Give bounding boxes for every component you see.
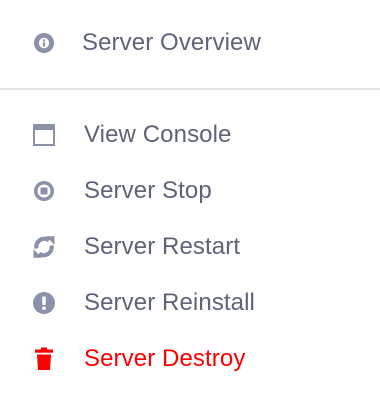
server-actions-menu: Server Overview View Console Server Stop: [0, 0, 380, 402]
restart-icon: [32, 235, 56, 259]
menu-item-label: Server Overview: [82, 29, 261, 56]
info-circle-icon: [32, 31, 56, 55]
menu-item-label: View Console: [84, 121, 232, 148]
menu-item-server-stop[interactable]: Server Stop: [0, 167, 380, 215]
menu-item-label: Server Restart: [84, 233, 241, 260]
menu-item-server-overview[interactable]: Server Overview: [0, 19, 380, 67]
trash-icon: [32, 347, 56, 371]
menu-item-label: Server Reinstall: [84, 289, 255, 316]
menu-item-label: Server Stop: [84, 177, 212, 204]
menu-item-server-destroy[interactable]: Server Destroy: [0, 335, 380, 383]
exclamation-circle-icon: [32, 291, 56, 315]
menu-item-label: Server Destroy: [84, 345, 246, 372]
menu-divider: [0, 88, 380, 90]
menu-item-view-console[interactable]: View Console: [0, 111, 380, 159]
menu-item-server-restart[interactable]: Server Restart: [0, 223, 380, 271]
menu-item-server-reinstall[interactable]: Server Reinstall: [0, 279, 380, 327]
window-icon: [32, 123, 56, 147]
stop-circle-icon: [32, 179, 56, 203]
